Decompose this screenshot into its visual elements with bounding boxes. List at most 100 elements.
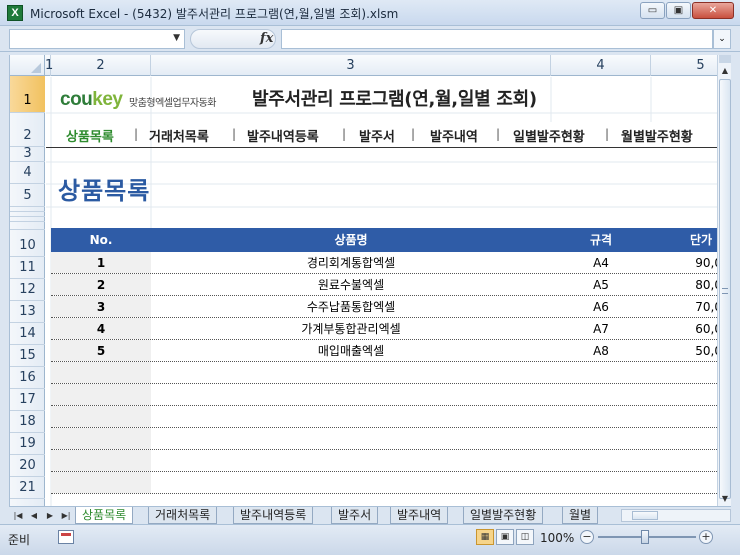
table-row-empty[interactable]: [51, 406, 717, 428]
column-header[interactable]: 4: [551, 55, 651, 76]
restore-button[interactable]: ▣: [666, 2, 691, 19]
select-all-corner[interactable]: [10, 55, 45, 76]
row-number-cell: [51, 384, 151, 405]
row-header[interactable]: 15: [10, 345, 45, 367]
page-layout-view-icon[interactable]: ▣: [496, 529, 514, 545]
formula-tools: fx: [190, 29, 280, 49]
zoom-level[interactable]: 100%: [540, 531, 574, 545]
formula-bar: ▼ fx ⌄: [0, 26, 740, 52]
row-header[interactable]: 5: [10, 184, 45, 207]
menu-item-monthly-status[interactable]: 월별발주현황: [621, 126, 693, 145]
row-header[interactable]: 4: [10, 162, 45, 184]
table-row-empty[interactable]: [51, 362, 717, 384]
product-name: 경리회계통합엑셀: [306, 256, 396, 270]
excel-app-icon[interactable]: X: [7, 5, 23, 21]
row-header[interactable]: 11: [10, 257, 45, 279]
horizontal-scrollbar[interactable]: [621, 509, 731, 522]
row-header[interactable]: 3: [10, 147, 45, 162]
close-button[interactable]: ✕: [692, 2, 734, 19]
row-header[interactable]: 16: [10, 367, 45, 389]
sheet-tab-products[interactable]: 상품목록: [75, 507, 134, 524]
product-spec: A6: [593, 300, 609, 314]
table-row[interactable]: 4 가계부통합관리엑셀 A7 60,0: [51, 318, 717, 340]
program-title: 발주서관리 프로그램(연,월,일별 조회): [252, 89, 537, 110]
column-header[interactable]: 2: [51, 55, 151, 76]
horizontal-scroll-thumb[interactable]: [632, 511, 658, 520]
next-sheet-icon[interactable]: ▶: [43, 509, 57, 522]
chevron-down-icon[interactable]: ▼: [173, 33, 180, 43]
product-price: 80,0: [695, 278, 717, 292]
row-header[interactable]: 20: [10, 455, 45, 477]
vertical-scrollbar[interactable]: ▲ ▼: [717, 55, 731, 506]
name-box[interactable]: ▼: [9, 29, 185, 49]
insert-function-icon[interactable]: fx: [260, 31, 273, 46]
table-row-empty[interactable]: [51, 472, 717, 494]
row-header[interactable]: 2: [10, 113, 45, 147]
sheet-tab-daily-status[interactable]: 일별발주현황: [463, 507, 544, 524]
status-bar: 준비 ▦ ▣ ◫ 100% − +: [0, 524, 740, 555]
zoom-out-icon[interactable]: −: [580, 530, 594, 544]
row-headers: 1 2 3 4 5 10 11 12 13 14 15 16 17 18 19 …: [10, 76, 45, 506]
first-sheet-icon[interactable]: |◀: [11, 509, 25, 522]
table-row[interactable]: 1 경리회계통합엑셀 A4 90,0: [51, 252, 717, 274]
column-headers: 1 2 3 4 5: [10, 55, 717, 76]
menu-item-clients[interactable]: 거래처목록: [149, 126, 209, 145]
row-number-cell: [51, 450, 151, 471]
menu-item-daily-status[interactable]: 일별발주현황: [513, 126, 585, 145]
row-header[interactable]: 10: [10, 230, 45, 257]
table-row-empty[interactable]: [51, 450, 717, 472]
row-no: 1: [96, 256, 106, 270]
row-header[interactable]: 17: [10, 389, 45, 411]
worksheet-grid: 1 2 3 4 5 1 2 3 4 5 10 11 12 13 14 15 16…: [9, 55, 717, 506]
row-header[interactable]: 18: [10, 411, 45, 433]
zoom-in-icon[interactable]: +: [699, 530, 713, 544]
product-price: 90,0: [695, 256, 717, 270]
sheet-tab-clients[interactable]: 거래처목록: [148, 507, 218, 524]
menu-item-products[interactable]: 상품목록: [66, 126, 114, 145]
row-no: 5: [96, 344, 106, 358]
row-header[interactable]: 21: [10, 477, 45, 499]
menu-item-order-history[interactable]: 발주내역: [430, 126, 478, 145]
expand-formula-icon[interactable]: ⌄: [713, 29, 731, 49]
prev-sheet-icon[interactable]: ◀: [27, 509, 41, 522]
sheet-tab-order-entry[interactable]: 발주내역등록: [233, 507, 314, 524]
column-header[interactable]: 3: [151, 55, 551, 76]
column-no-header: No.: [89, 233, 113, 247]
table-row-empty[interactable]: [51, 428, 717, 450]
table-row[interactable]: 3 수주납품통합엑셀 A6 70,0: [51, 296, 717, 318]
logo-subtitle: 맞춤형엑셀업무자동화: [129, 98, 217, 109]
sheet-tab-purchase-order[interactable]: 발주서: [331, 507, 379, 524]
column-header[interactable]: 5: [651, 55, 717, 76]
scroll-up-icon[interactable]: ▲: [719, 64, 731, 78]
menu-separator: |: [134, 127, 139, 141]
split-handle[interactable]: [719, 55, 731, 63]
row-header[interactable]: 14: [10, 323, 45, 345]
sheet-tab-order-history[interactable]: 발주내역: [390, 507, 449, 524]
sheet-tab-monthly-status[interactable]: 월별: [562, 507, 599, 524]
formula-input[interactable]: [281, 29, 713, 49]
menu-item-purchase-order[interactable]: 발주서: [359, 126, 395, 145]
row-number-cell: [51, 362, 151, 383]
row-header[interactable]: 12: [10, 279, 45, 301]
grip-icon: [722, 288, 728, 294]
last-sheet-icon[interactable]: ▶|: [59, 509, 73, 522]
page-break-view-icon[interactable]: ◫: [516, 529, 534, 545]
row-header[interactable]: 13: [10, 301, 45, 323]
scroll-down-icon[interactable]: ▼: [719, 492, 731, 506]
macro-record-icon[interactable]: [58, 530, 74, 544]
row-header-hidden[interactable]: [10, 222, 45, 230]
row-header[interactable]: 19: [10, 433, 45, 455]
table-row[interactable]: 2 원료수불엑셀 A5 80,0: [51, 274, 717, 296]
navigation-menu: 상품목록 | 거래처목록 | 발주내역등록 | 발주서 | 발주내역 | 일별발…: [46, 122, 717, 148]
column-price-header: 단가: [689, 233, 713, 247]
table-row[interactable]: 5 매입매출엑셀 A8 50,0: [51, 340, 717, 362]
normal-view-icon[interactable]: ▦: [476, 529, 494, 545]
menu-separator: |: [496, 127, 501, 141]
menu-item-order-entry[interactable]: 발주내역등록: [247, 126, 319, 145]
zoom-slider-thumb[interactable]: [641, 530, 649, 544]
minimize-button[interactable]: ▭: [640, 2, 665, 19]
table-row-empty[interactable]: [51, 384, 717, 406]
scroll-thumb[interactable]: [719, 79, 731, 499]
row-header[interactable]: 1: [10, 76, 45, 113]
product-spec: A4: [593, 256, 609, 270]
